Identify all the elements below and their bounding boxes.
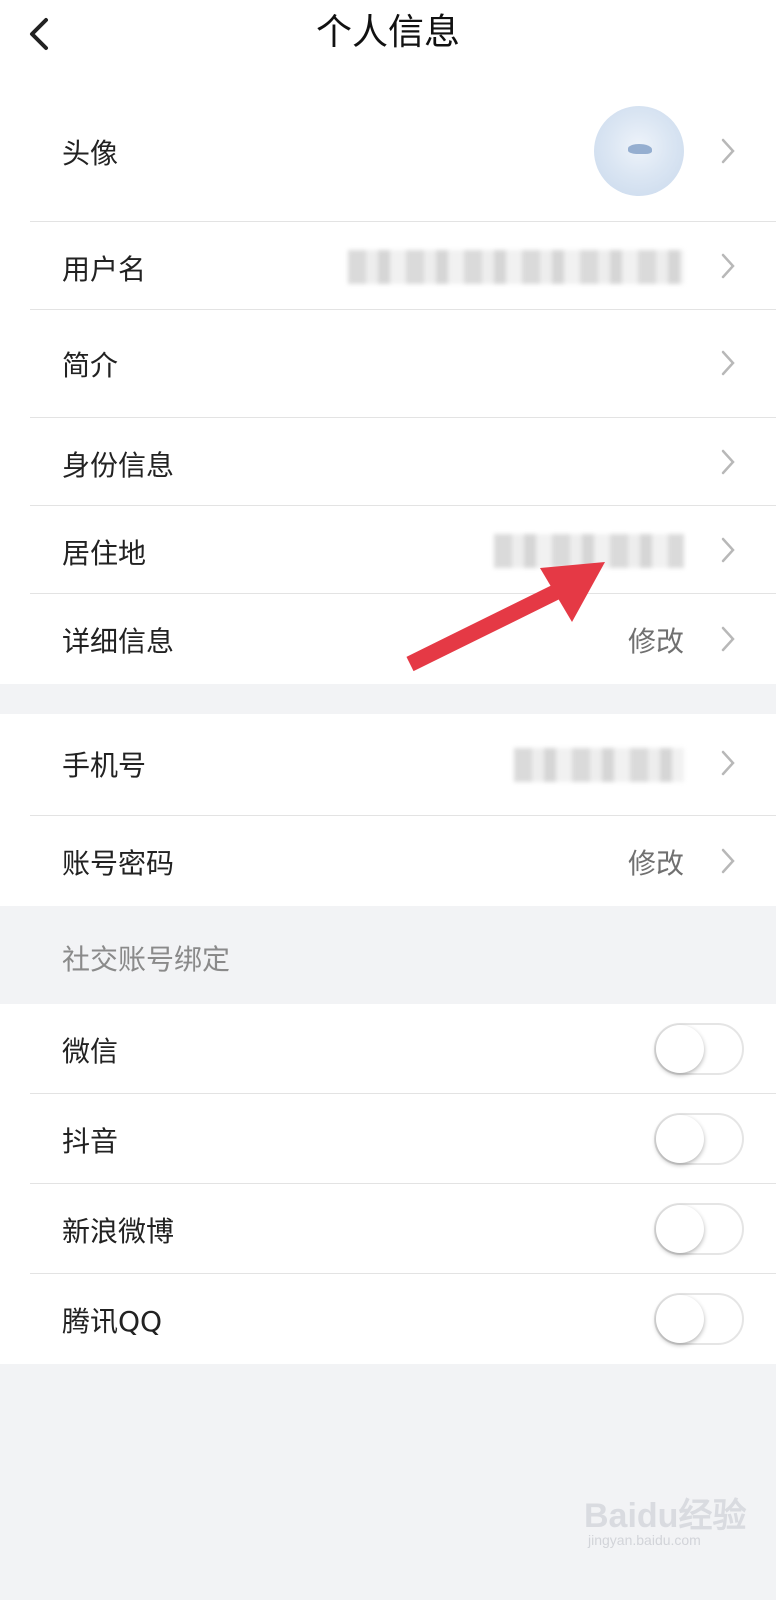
row-password[interactable]: 账号密码 修改 — [0, 816, 776, 906]
row-label: 账号密码 — [62, 847, 175, 880]
row-label: 微信 — [62, 1035, 119, 1068]
account-group: 手机号 账号密码 修改 — [0, 714, 776, 906]
qq-toggle[interactable] — [654, 1293, 744, 1345]
section-title: 社交账号绑定 — [62, 943, 231, 976]
row-label: 简介 — [62, 349, 119, 382]
row-label: 详细信息 — [62, 625, 175, 658]
chevron-right-icon — [721, 253, 735, 279]
row-residence[interactable]: 居住地 — [0, 506, 776, 594]
row-intro[interactable]: 简介 — [0, 310, 776, 418]
row-identity[interactable]: 身份信息 — [0, 418, 776, 506]
watermark-brand: Baidu经验 — [584, 1497, 747, 1535]
row-qq: 腾讯QQ — [0, 1274, 776, 1364]
douyin-toggle[interactable] — [654, 1113, 744, 1165]
chevron-right-icon — [721, 750, 735, 776]
row-weibo: 新浪微博 — [0, 1184, 776, 1274]
chevron-right-icon — [721, 449, 735, 475]
page-title: 个人信息 — [315, 12, 460, 53]
row-label: 腾讯QQ — [62, 1305, 163, 1338]
row-label: 用户名 — [62, 253, 147, 286]
row-value: 修改 — [627, 847, 684, 880]
row-value: 修改 — [627, 625, 684, 658]
username-value-blurred — [348, 250, 684, 284]
chevron-right-icon — [721, 848, 735, 874]
row-details[interactable]: 详细信息 修改 — [0, 594, 776, 684]
row-label: 居住地 — [62, 537, 147, 570]
row-avatar[interactable]: 头像 — [0, 90, 776, 222]
row-douyin: 抖音 — [0, 1094, 776, 1184]
row-phone[interactable]: 手机号 — [0, 714, 776, 816]
avatar[interactable] — [594, 106, 684, 196]
chevron-right-icon — [721, 350, 735, 376]
row-wechat: 微信 — [0, 1004, 776, 1094]
row-label: 头像 — [62, 137, 119, 170]
row-username[interactable]: 用户名 — [0, 222, 776, 310]
watermark-url: jingyan.baidu.com — [588, 1532, 701, 1548]
social-group: 微信 抖音 新浪微博 腾讯QQ — [0, 1004, 776, 1364]
profile-info-group: 头像 用户名 简介 身份信息 居住地 详细信息 修改 — [0, 90, 776, 684]
row-label: 抖音 — [62, 1125, 119, 1158]
row-label: 身份信息 — [62, 449, 175, 482]
chevron-right-icon — [721, 138, 735, 164]
row-label: 新浪微博 — [62, 1215, 175, 1248]
chevron-right-icon — [721, 626, 735, 652]
phone-value-blurred — [514, 748, 684, 782]
wechat-toggle[interactable] — [654, 1023, 744, 1075]
row-label: 手机号 — [62, 749, 147, 782]
weibo-toggle[interactable] — [654, 1203, 744, 1255]
baidu-watermark: Baidu经验 jingyan.baidu.com — [584, 1488, 754, 1558]
nav-bar: 个人信息 — [0, 0, 776, 90]
section-header-social: 社交账号绑定 — [0, 906, 776, 1004]
chevron-right-icon — [721, 537, 735, 563]
annotation-arrow-icon — [406, 562, 605, 672]
